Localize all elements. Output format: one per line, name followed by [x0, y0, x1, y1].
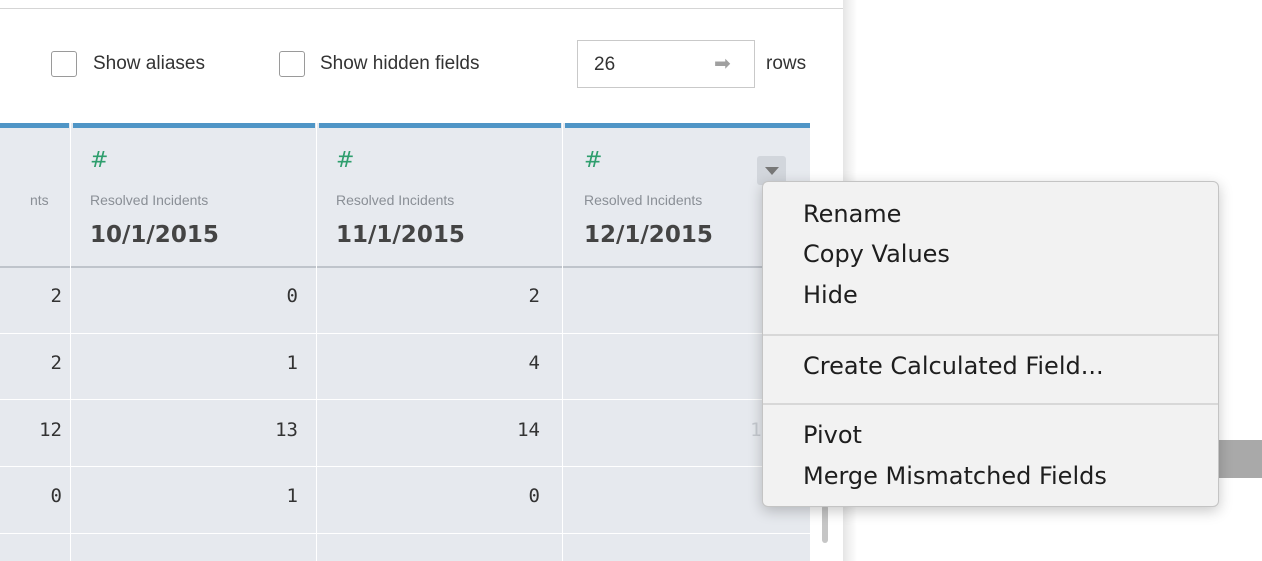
menu-item-hide[interactable]: Hide [803, 281, 858, 309]
row-divider [0, 466, 810, 467]
table-cell[interactable]: 0 [51, 485, 62, 507]
menu-item-pivot[interactable]: Pivot [803, 421, 862, 449]
table-cell[interactable]: 1 [287, 352, 298, 374]
number-type-icon[interactable]: # [90, 148, 108, 173]
table-cell[interactable]: 2 [51, 352, 62, 374]
grid-toolbar: Show aliases Show hidden fields 26 ➡ row… [0, 40, 843, 88]
menu-separator [763, 403, 1218, 405]
data-preview-panel: Show aliases Show hidden fields 26 ➡ row… [0, 0, 843, 561]
column-title[interactable]: 11/1/2015 [336, 222, 465, 248]
column-divider [562, 123, 563, 561]
rows-count-value[interactable]: 26 [594, 54, 615, 76]
table-cell[interactable]: 2 [529, 285, 540, 307]
show-aliases-checkbox[interactable] [51, 51, 77, 77]
rows-count-input[interactable]: 26 ➡ [577, 40, 755, 88]
menu-item-copy-values[interactable]: Copy Values [803, 240, 950, 268]
table-cell[interactable]: 14 [517, 419, 540, 441]
table-cell[interactable]: 0 [287, 285, 298, 307]
table-cell[interactable]: 12 [39, 419, 62, 441]
table-cell[interactable]: 4 [529, 352, 540, 374]
row-divider [0, 533, 810, 534]
column-header-partial[interactable]: nts [30, 192, 49, 208]
column-title[interactable]: 10/1/2015 [90, 222, 219, 248]
chevron-down-icon[interactable] [765, 167, 779, 175]
column-divider [70, 123, 71, 561]
column-header-row: nts # Resolved Incidents 10/1/2015 # Res… [0, 128, 810, 266]
menu-separator [763, 334, 1218, 336]
row-divider [0, 399, 810, 400]
table-cell[interactable]: 0 [529, 485, 540, 507]
header-divider [0, 266, 810, 268]
show-hidden-fields-label[interactable]: Show hidden fields [320, 53, 480, 75]
grid-scrollbar-thumb[interactable] [822, 505, 828, 543]
table-cell[interactable]: 13 [275, 419, 298, 441]
show-aliases-label[interactable]: Show aliases [93, 53, 205, 75]
column-context-menu: Rename Copy Values Hide Create Calculate… [762, 181, 1219, 507]
data-grid: nts # Resolved Incidents 10/1/2015 # Res… [0, 123, 810, 561]
column-divider [316, 123, 317, 561]
menu-item-rename[interactable]: Rename [803, 200, 901, 228]
arrow-right-icon[interactable]: ➡ [714, 51, 731, 76]
number-type-icon[interactable]: # [584, 148, 602, 173]
row-divider [0, 333, 810, 334]
table-cell[interactable]: 2 [51, 285, 62, 307]
menu-item-merge-mismatched-fields[interactable]: Merge Mismatched Fields [803, 462, 1107, 490]
column-subtitle: Resolved Incidents [90, 192, 209, 208]
table-cell[interactable]: 1 [287, 485, 298, 507]
background-scrollbar [1215, 440, 1262, 478]
show-hidden-fields-checkbox[interactable] [279, 51, 305, 77]
column-subtitle: Resolved Incidents [584, 192, 703, 208]
number-type-icon[interactable]: # [336, 148, 354, 173]
menu-item-create-calculated-field[interactable]: Create Calculated Field... [803, 352, 1104, 380]
panel-top-border [0, 8, 843, 9]
column-title[interactable]: 12/1/2015 [584, 222, 713, 248]
rows-label: rows [766, 53, 807, 74]
column-subtitle: Resolved Incidents [336, 192, 455, 208]
